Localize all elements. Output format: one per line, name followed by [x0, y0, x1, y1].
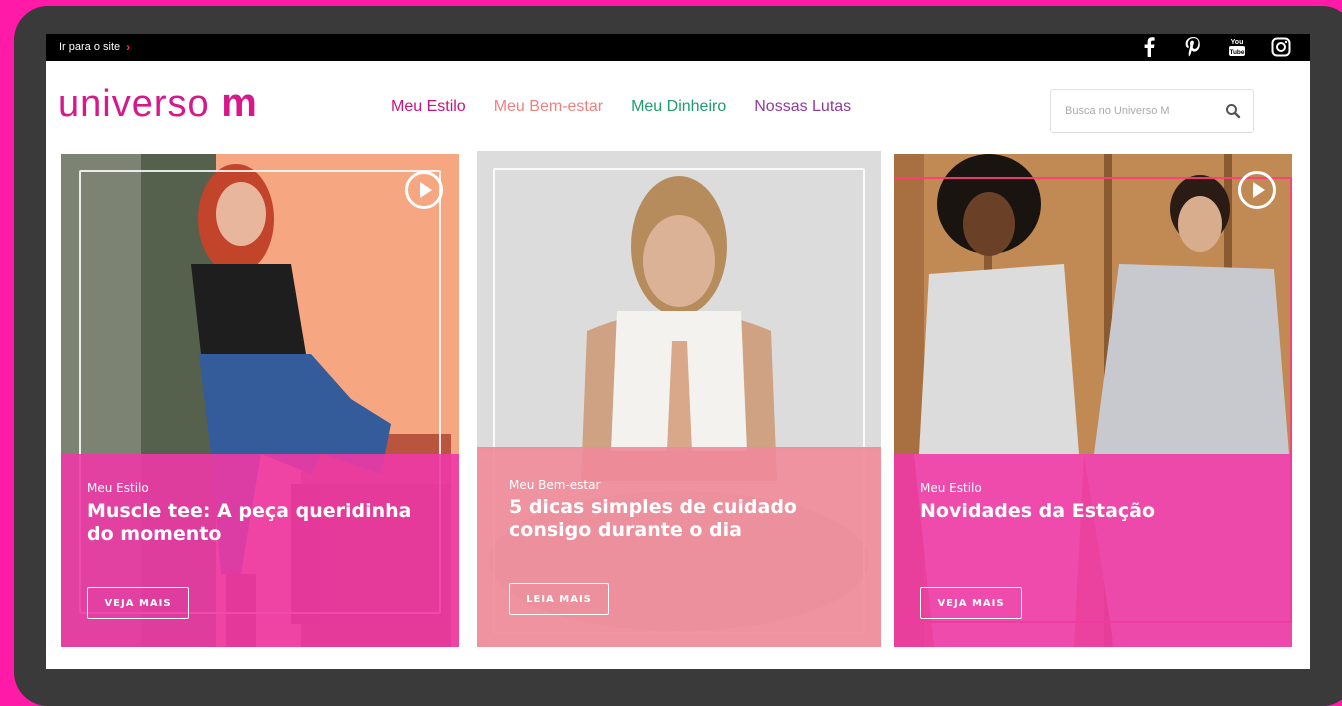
card-title: 5 dicas simples de cuidado consigo duran… [509, 496, 797, 541]
top-bar: Ir para o site › You Tube [46, 34, 1310, 61]
search-box [1050, 89, 1254, 133]
youtube-icon[interactable]: You Tube [1226, 36, 1248, 58]
svg-text:You: You [1231, 39, 1244, 46]
nav-item-nossas-lutas[interactable]: Nossas Lutas [754, 98, 851, 116]
chevron-right-icon: › [126, 40, 131, 54]
skip-to-site-label: Ir para o site [59, 41, 121, 53]
social-links: You Tube [1138, 36, 1292, 58]
search-icon[interactable] [1225, 103, 1241, 119]
pinterest-icon[interactable] [1182, 36, 1204, 58]
veja-mais-button[interactable]: VEJA MAIS [87, 587, 189, 619]
logo-mark: m [221, 81, 258, 125]
card-title: Muscle tee: A peça queridinha do momento [87, 500, 412, 545]
skip-to-site-link[interactable]: Ir para o site › [59, 40, 130, 54]
nav-item-meu-dinheiro[interactable]: Meu Dinheiro [631, 98, 726, 116]
main-nav: Meu Estilo Meu Bem-estar Meu Dinheiro No… [391, 98, 851, 116]
browser-viewport: Ir para o site › You Tube universo m Meu… [46, 34, 1310, 669]
card-category: Meu Bem-estar [509, 478, 601, 492]
card-overlay [477, 447, 881, 647]
facebook-icon[interactable] [1138, 36, 1160, 58]
card-category: Meu Estilo [920, 481, 982, 495]
nav-item-meu-estilo[interactable]: Meu Estilo [391, 98, 466, 116]
play-video-icon[interactable] [405, 171, 443, 209]
veja-mais-button[interactable]: VEJA MAIS [920, 587, 1022, 619]
article-card[interactable]: Meu Estilo Novidades da Estação VEJA MAI… [894, 154, 1292, 647]
search-input[interactable] [1063, 100, 1217, 122]
svg-text:Tube: Tube [1229, 49, 1244, 56]
card-title: Novidades da Estação [920, 500, 1156, 522]
play-video-icon[interactable] [1238, 171, 1276, 209]
leia-mais-button[interactable]: LEIA MAIS [509, 583, 609, 615]
logo-text: universo [58, 83, 210, 125]
nav-item-meu-bem-estar[interactable]: Meu Bem-estar [494, 98, 603, 116]
article-card[interactable]: Meu Estilo Muscle tee: A peça queridinha… [61, 154, 459, 647]
card-category: Meu Estilo [87, 481, 149, 495]
universo-m-logo[interactable]: universo m [58, 81, 258, 126]
site-header: universo m Meu Estilo Meu Bem-estar Meu … [46, 61, 1310, 151]
article-card[interactable]: Meu Bem-estar 5 dicas simples de cuidado… [477, 151, 881, 647]
instagram-icon[interactable] [1270, 36, 1292, 58]
